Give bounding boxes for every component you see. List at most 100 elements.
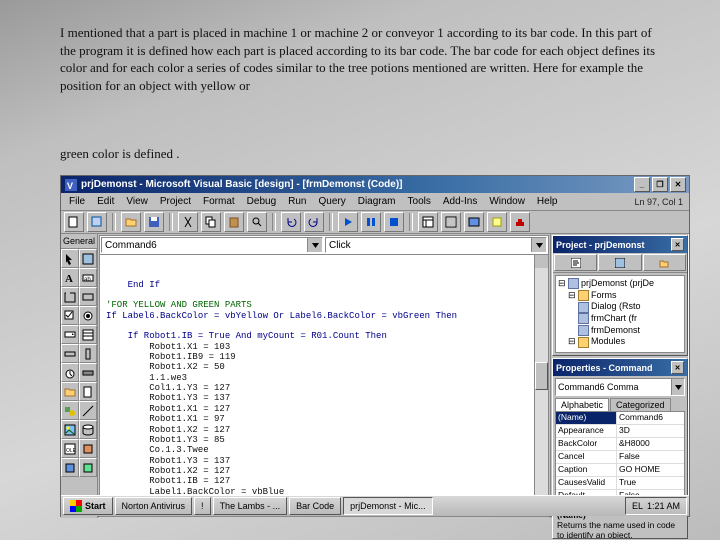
property-row[interactable]: Appearance3D — [556, 425, 684, 438]
menu-addins[interactable]: Add-Ins — [437, 196, 483, 207]
tb-new-project[interactable] — [64, 212, 84, 232]
property-value[interactable]: True — [617, 477, 684, 489]
system-tray[interactable]: EL 1:21 AM — [625, 497, 687, 515]
tb-save[interactable] — [144, 212, 164, 232]
property-value[interactable]: 3D — [617, 425, 684, 437]
tree-root[interactable]: ⊟ prjDemonst (prjDe — [558, 278, 682, 290]
scroll-thumb[interactable] — [535, 362, 548, 390]
tool-picturebox[interactable] — [79, 249, 97, 268]
tool-custom2[interactable] — [61, 458, 79, 477]
tool-shape[interactable] — [61, 401, 79, 420]
code-line[interactable]: Robot1.Y3 = 85 — [106, 435, 542, 445]
property-value[interactable]: &H8000 — [617, 438, 684, 450]
project-explorer-title[interactable]: Project - prjDemonst ✕ — [553, 236, 687, 253]
taskbar-item[interactable]: Norton Antivirus — [115, 497, 193, 515]
tree-node[interactable]: ⊟ Forms — [558, 290, 682, 302]
tb-redo[interactable] — [304, 212, 324, 232]
code-line[interactable]: If Robot1.IB = True And myCount = R01.Co… — [106, 331, 542, 341]
code-line[interactable]: Robot1.X1 = 97 — [106, 414, 542, 424]
tb-toolbox[interactable] — [510, 212, 530, 232]
close-button[interactable]: ✕ — [670, 177, 686, 192]
code-line[interactable]: 'FOR YELLOW AND GREEN PARTS — [106, 300, 542, 310]
tool-line[interactable] — [79, 401, 97, 420]
property-row[interactable]: (Name)Command6 — [556, 412, 684, 425]
start-button[interactable]: Start — [63, 497, 113, 515]
menu-diagram[interactable]: Diagram — [352, 196, 402, 207]
tb-undo[interactable] — [281, 212, 301, 232]
tool-drivelistbox[interactable] — [79, 363, 97, 382]
code-line[interactable]: Robot1.X2 = 127 — [106, 425, 542, 435]
tb-end[interactable] — [384, 212, 404, 232]
project-panel-close[interactable]: ✕ — [671, 238, 684, 251]
code-editor[interactable]: End If 'FOR YELLOW AND GREEN PARTSIf Lab… — [100, 255, 548, 516]
tool-textbox[interactable]: ab — [79, 268, 97, 287]
tb-cut[interactable] — [178, 212, 198, 232]
tool-combobox[interactable] — [61, 325, 79, 344]
properties-title[interactable]: Properties - Command ✕ — [553, 359, 687, 376]
property-row[interactable]: BackColor&H8000 — [556, 438, 684, 451]
tool-listbox[interactable] — [79, 325, 97, 344]
code-line[interactable] — [106, 321, 542, 331]
menu-tools[interactable]: Tools — [402, 196, 437, 207]
code-line[interactable]: 1.1.we3 — [106, 373, 542, 383]
menu-format[interactable]: Format — [197, 196, 241, 207]
tool-frame[interactable] — [61, 287, 79, 306]
project-tree[interactable]: ⊟ prjDemonst (prjDe⊟ FormsDialog (Rstofr… — [555, 275, 685, 353]
properties-panel-close[interactable]: ✕ — [671, 361, 684, 374]
property-value[interactable]: Command6 — [617, 412, 684, 424]
tool-filelistbox[interactable] — [79, 382, 97, 401]
property-row[interactable]: CancelFalse — [556, 451, 684, 464]
code-line[interactable]: Robot1.Y3 = 137 — [106, 393, 542, 403]
tree-node[interactable]: frmChart (fr — [558, 313, 682, 325]
tool-checkbox[interactable] — [61, 306, 79, 325]
taskbar-item[interactable]: prjDemonst - Mic... — [343, 497, 433, 515]
code-line[interactable]: Robot1.Y3 = 137 — [106, 456, 542, 466]
tool-data[interactable] — [79, 420, 97, 439]
code-line[interactable]: Robot1.IB = 127 — [106, 476, 542, 486]
code-line[interactable]: Robot1.X2 = 50 — [106, 362, 542, 372]
tool-optionbutton[interactable] — [79, 306, 97, 325]
tab-alphabetic[interactable]: Alphabetic — [555, 398, 609, 411]
code-line[interactable] — [106, 290, 542, 300]
tab-categorized[interactable]: Categorized — [610, 398, 671, 411]
menu-run[interactable]: Run — [282, 196, 312, 207]
code-line[interactable]: Co.1.3.Twee — [106, 445, 542, 455]
menu-edit[interactable]: Edit — [91, 196, 120, 207]
procedure-combo[interactable]: Click — [325, 237, 547, 253]
tray-lang[interactable]: EL — [632, 501, 643, 511]
tb-break[interactable] — [361, 212, 381, 232]
tb-start[interactable] — [338, 212, 358, 232]
tree-node[interactable]: ⊟ Modules — [558, 336, 682, 348]
taskbar-item[interactable]: The Lambs - ... — [213, 497, 288, 515]
menu-query[interactable]: Query — [312, 196, 351, 207]
tb-project-explorer[interactable] — [418, 212, 438, 232]
toggle-folders-button[interactable] — [643, 254, 686, 271]
tool-ole[interactable]: OLE — [61, 439, 79, 458]
tb-properties[interactable] — [441, 212, 461, 232]
code-line[interactable]: If Label6.BackColor = vbYellow Or Label6… — [106, 311, 542, 321]
tool-custom3[interactable] — [79, 458, 97, 477]
maximize-button[interactable]: ❐ — [652, 177, 668, 192]
tree-node[interactable]: frmDemonst — [558, 325, 682, 337]
tb-object-browser[interactable] — [487, 212, 507, 232]
object-combo-dropdown[interactable] — [307, 238, 322, 252]
property-row[interactable]: CausesValidTrue — [556, 477, 684, 490]
procedure-combo-dropdown[interactable] — [531, 238, 546, 252]
tool-image[interactable] — [61, 420, 79, 439]
property-row[interactable]: CaptionGO HOME — [556, 464, 684, 477]
tool-timer[interactable] — [61, 363, 79, 382]
toolbox-header[interactable]: General — [61, 234, 97, 249]
tool-hscrollbar[interactable] — [61, 344, 79, 363]
properties-grid[interactable]: (Name)Command6Appearance3DBackColor&H800… — [555, 411, 685, 505]
menu-debug[interactable]: Debug — [241, 196, 282, 207]
menu-file[interactable]: File — [63, 196, 91, 207]
property-value[interactable]: False — [617, 451, 684, 463]
taskbar-item[interactable]: Bar Code — [289, 497, 341, 515]
menu-view[interactable]: View — [120, 196, 154, 207]
tb-form-layout[interactable] — [464, 212, 484, 232]
properties-object-dropdown[interactable] — [671, 379, 684, 395]
view-object-button[interactable] — [598, 254, 641, 271]
tb-add-form[interactable] — [87, 212, 107, 232]
tool-commandbutton[interactable] — [79, 287, 97, 306]
object-combo[interactable]: Command6 — [101, 237, 323, 253]
